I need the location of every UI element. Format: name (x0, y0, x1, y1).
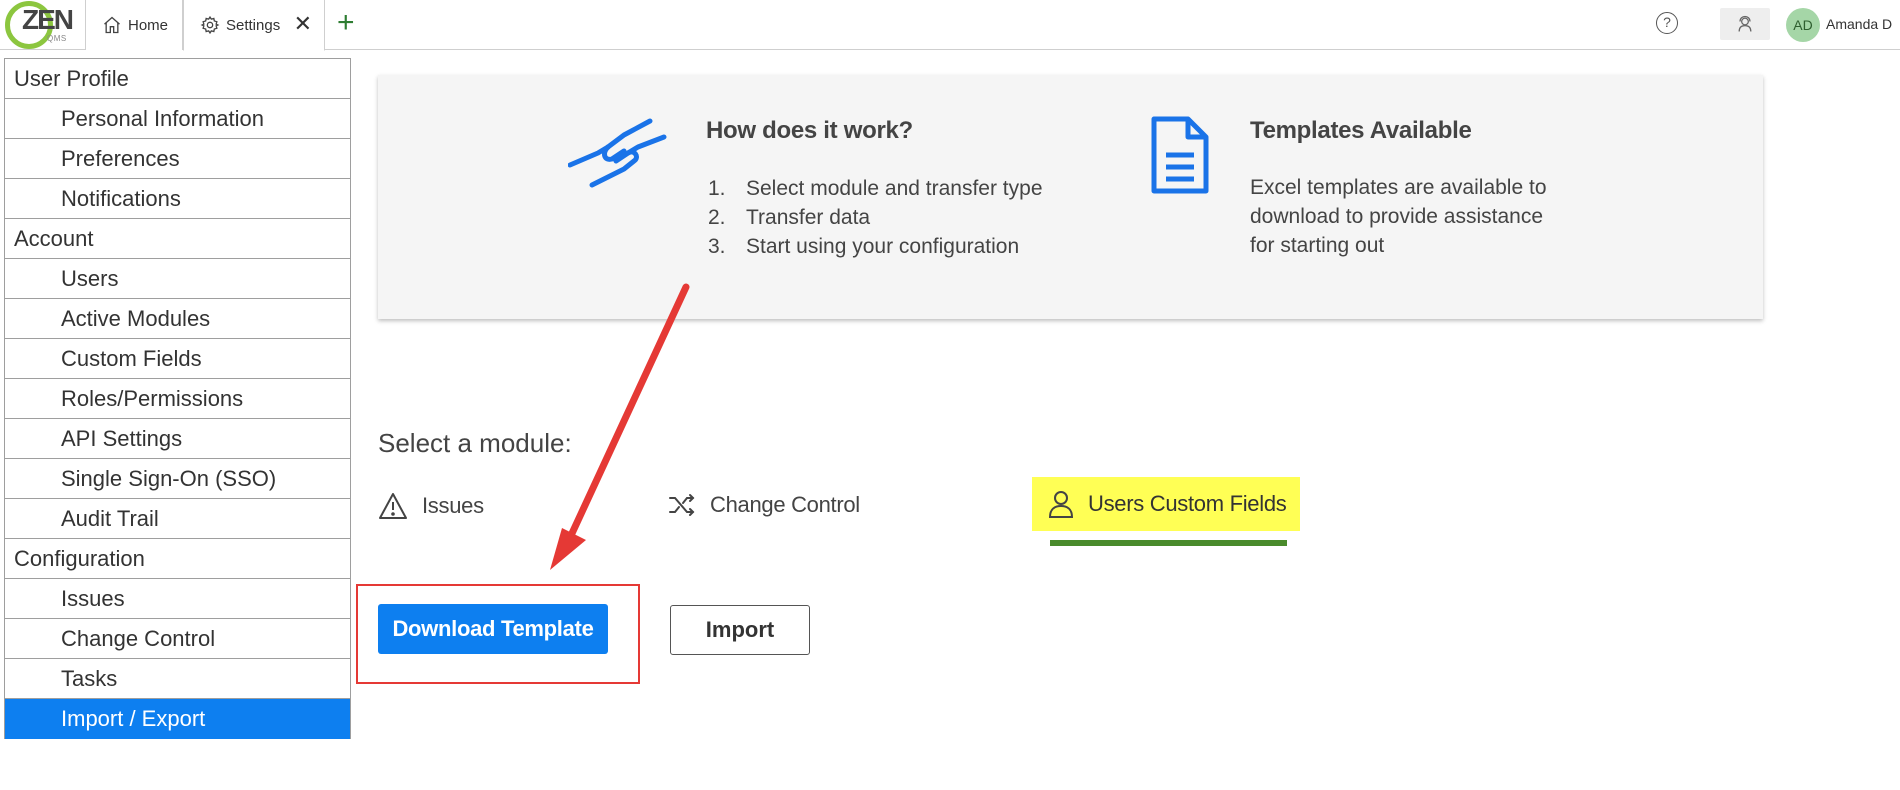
sidebar-item-custom-fields[interactable]: Custom Fields (5, 339, 350, 379)
steps-list: 1. Select module and transfer type 2. Tran… (708, 174, 1043, 261)
import-button[interactable]: Import (670, 605, 810, 655)
sidebar-item-single-sign-on[interactable]: Single Sign-On (SSO) (5, 459, 350, 499)
avatar[interactable]: AD (1786, 8, 1820, 42)
module-issues-label: Issues (422, 493, 484, 518)
how-it-works-title: How does it work? (706, 117, 913, 144)
module-select-label: Select a module: (378, 428, 572, 458)
module-change-control-label: Change Control (710, 492, 860, 517)
sidebar-item-tasks[interactable]: Tasks (5, 659, 350, 699)
download-template-button[interactable]: Download Template (378, 604, 608, 654)
tab-settings[interactable]: Settings ✕ (183, 0, 325, 51)
module-users-custom-fields[interactable]: Users Custom Fields (1032, 477, 1300, 531)
settings-sidebar: User Profile Personal Information Prefer… (4, 58, 351, 739)
templates-description: Excel templates are available to downloa… (1250, 176, 1547, 257)
module-users-custom-fields-label: Users Custom Fields (1088, 491, 1287, 516)
sidebar-item-preferences[interactable]: Preferences (5, 139, 350, 179)
shuffle-icon (669, 494, 695, 516)
list-item: 2. Transfer data (708, 206, 871, 229)
home-icon (104, 16, 120, 34)
sidebar-item-api-settings[interactable]: API Settings (5, 419, 350, 459)
templates-title: Templates Available (1250, 117, 1472, 144)
tab-home[interactable]: Home (85, 0, 183, 50)
selected-module-underline (1050, 540, 1287, 546)
warning-icon (379, 493, 407, 519)
sidebar-item-users[interactable]: Users (5, 259, 350, 299)
logo-text: ZEN (22, 4, 74, 35)
logo-subtext: QMS (47, 34, 67, 43)
sidebar-item-import-export[interactable]: Import / Export (5, 699, 350, 739)
gear-icon (200, 15, 220, 35)
help-icon[interactable]: ? (1656, 12, 1678, 34)
sidebar-item-change-control[interactable]: Change Control (5, 619, 350, 659)
sidebar-item-audit-trail[interactable]: Audit Trail (5, 499, 350, 539)
module-issues[interactable]: Issues (378, 492, 484, 520)
user-icon (1048, 491, 1074, 518)
support-button[interactable] (1720, 8, 1770, 40)
sidebar-section-user-profile: User Profile (5, 59, 350, 99)
module-change-control[interactable]: Change Control (668, 492, 860, 518)
info-card: How does it work? 1. Select module and tr… (378, 75, 1763, 319)
sidebar-section-account: Account (5, 219, 350, 259)
close-icon[interactable]: ✕ (294, 13, 312, 35)
sidebar-item-issues[interactable]: Issues (5, 579, 350, 619)
tab-home-label: Home (128, 16, 169, 34)
sidebar-section-configuration: Configuration (5, 539, 350, 579)
sidebar-item-roles-permissions[interactable]: Roles/Permissions (5, 379, 350, 419)
tab-settings-label: Settings (226, 16, 281, 34)
list-item: 1. Select module and transfer type (708, 177, 1043, 200)
sidebar-item-personal-information[interactable]: Personal Information (5, 99, 350, 139)
user-name[interactable]: Amanda D (1826, 16, 1892, 32)
sidebar-item-notifications[interactable]: Notifications (5, 179, 350, 219)
support-agent-icon (1738, 15, 1752, 32)
add-tab-button[interactable]: + (337, 8, 355, 38)
top-bar: ZEN QMS Home Settings ✕ + ? AD Amanda D (0, 0, 1900, 51)
list-item: 3. Start using your configuration (708, 235, 1020, 258)
app-logo[interactable]: ZEN QMS (2, 0, 82, 50)
handshake-icon (568, 118, 667, 188)
document-icon (1151, 116, 1209, 194)
sidebar-item-active-modules[interactable]: Active Modules (5, 299, 350, 339)
